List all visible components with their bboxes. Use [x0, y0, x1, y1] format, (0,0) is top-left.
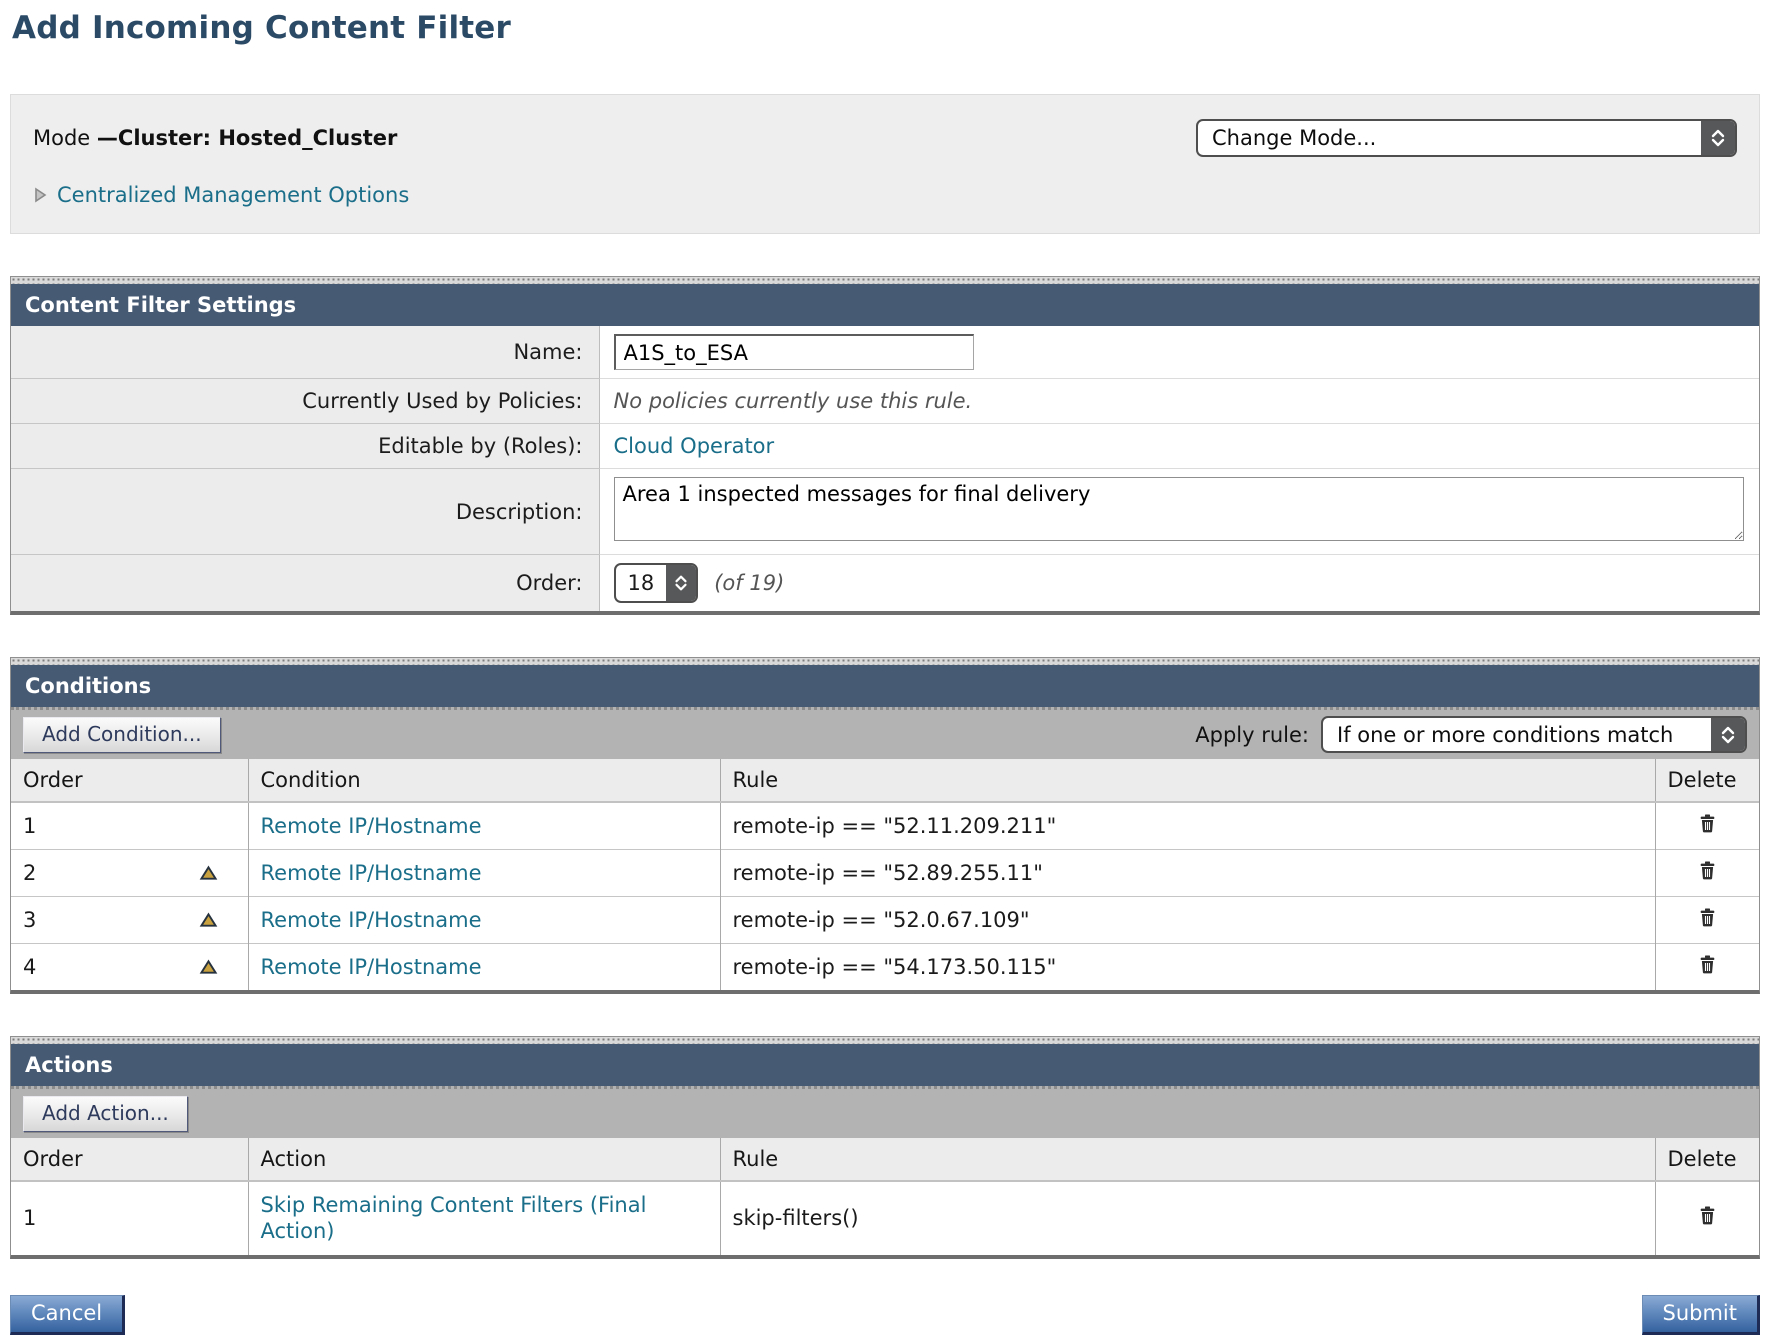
roles-label: Editable by (Roles):: [11, 424, 599, 469]
condition-row: 2 Remote IP/Hostname remote-ip == "52.89…: [11, 850, 1759, 897]
delete-button[interactable]: [1697, 813, 1718, 834]
col-action: Action: [248, 1138, 720, 1181]
description-textarea[interactable]: Area 1 inspected messages for final deli…: [614, 477, 1744, 541]
settings-row-roles: Editable by (Roles): Cloud Operator: [11, 424, 1759, 469]
select-stepper-icon: [1701, 121, 1735, 155]
mode-text: Mode —Cluster: Hosted_Cluster: [33, 126, 397, 150]
col-rule: Rule: [720, 1138, 1655, 1181]
trash-icon: [1697, 813, 1718, 834]
delete-button[interactable]: [1697, 1205, 1718, 1226]
settings-row-order: Order: 18 (of 19): [11, 555, 1759, 612]
move-up-icon: [199, 864, 218, 883]
row-order: 1: [23, 814, 36, 838]
description-label: Description:: [11, 469, 599, 555]
conditions-table-header: Order Condition Rule Delete: [11, 759, 1759, 802]
delete-button[interactable]: [1697, 860, 1718, 881]
row-order: 3: [23, 908, 36, 932]
conditions-toolbar: Add Condition... Apply rule: If one or m…: [11, 707, 1759, 759]
select-stepper-icon: [1711, 718, 1745, 751]
mode-value: —Cluster: Hosted_Cluster: [97, 126, 397, 150]
col-delete: Delete: [1655, 1138, 1759, 1181]
col-rule: Rule: [720, 759, 1655, 802]
name-input[interactable]: [614, 334, 974, 370]
delete-button[interactable]: [1697, 954, 1718, 975]
content-filter-settings-panel: Content Filter Settings Name: Currently …: [10, 276, 1760, 615]
condition-row: 3 Remote IP/Hostname remote-ip == "52.0.…: [11, 897, 1759, 944]
apply-rule-select[interactable]: If one or more conditions match: [1321, 716, 1747, 753]
submit-button[interactable]: Submit: [1642, 1295, 1761, 1335]
footer: Cancel Submit: [10, 1295, 1760, 1335]
condition-link[interactable]: Remote IP/Hostname: [261, 908, 482, 932]
move-up-button[interactable]: [199, 864, 218, 883]
apply-rule-select-value: If one or more conditions match: [1323, 718, 1711, 751]
row-order: 2: [23, 861, 36, 885]
move-up-icon: [199, 958, 218, 977]
rule-text: remote-ip == "54.173.50.115": [720, 944, 1655, 991]
actions-table-header: Order Action Rule Delete: [11, 1138, 1759, 1181]
order-select[interactable]: 18: [614, 563, 699, 603]
add-condition-button[interactable]: Add Condition...: [23, 717, 221, 753]
settings-row-policies: Currently Used by Policies: No policies …: [11, 379, 1759, 424]
disclosure-triangle-icon[interactable]: [33, 186, 47, 204]
change-mode-select-value: Change Mode...: [1198, 121, 1701, 155]
cloud-operator-link[interactable]: Cloud Operator: [614, 434, 775, 458]
action-link[interactable]: Skip Remaining Content Filters (Final Ac…: [261, 1192, 691, 1245]
condition-link[interactable]: Remote IP/Hostname: [261, 861, 482, 885]
order-label: Order:: [11, 555, 599, 612]
move-up-icon: [199, 911, 218, 930]
rule-text: remote-ip == "52.11.209.211": [720, 802, 1655, 850]
actions-header: Actions: [11, 1044, 1759, 1086]
row-order: 1: [23, 1206, 36, 1230]
action-row: 1 Skip Remaining Content Filters (Final …: [11, 1181, 1759, 1255]
settings-row-name: Name:: [11, 326, 1759, 379]
actions-table: Order Action Rule Delete 1 Skip Remainin…: [11, 1138, 1759, 1255]
policies-label: Currently Used by Policies:: [11, 379, 599, 424]
conditions-table: Order Condition Rule Delete 1 Remote IP/…: [11, 759, 1759, 990]
trash-icon: [1697, 907, 1718, 928]
conditions-header: Conditions: [11, 665, 1759, 707]
order-select-value: 18: [616, 565, 667, 601]
order-of-text: (of 19): [714, 571, 784, 595]
change-mode-select[interactable]: Change Mode...: [1196, 119, 1737, 157]
page: Add Incoming Content Filter Mode —Cluste…: [0, 0, 1770, 1335]
rule-text: remote-ip == "52.89.255.11": [720, 850, 1655, 897]
conditions-panel: Conditions Add Condition... Apply rule: …: [10, 657, 1760, 994]
page-title: Add Incoming Content Filter: [12, 10, 1760, 46]
apply-rule-label: Apply rule:: [1195, 723, 1309, 747]
condition-row: 1 Remote IP/Hostname remote-ip == "52.11…: [11, 802, 1759, 850]
centralized-management-options-link[interactable]: Centralized Management Options: [57, 183, 409, 207]
row-order: 4: [23, 955, 36, 979]
col-delete: Delete: [1655, 759, 1759, 802]
mode-panel: Mode —Cluster: Hosted_Cluster Change Mod…: [10, 94, 1760, 234]
move-up-button[interactable]: [199, 958, 218, 977]
condition-row: 4 Remote IP/Hostname remote-ip == "54.17…: [11, 944, 1759, 991]
col-order: Order: [11, 759, 248, 802]
actions-toolbar: Add Action...: [11, 1086, 1759, 1138]
trash-icon: [1697, 954, 1718, 975]
settings-table: Name: Currently Used by Policies: No pol…: [11, 326, 1759, 611]
select-stepper-icon: [666, 565, 696, 601]
dotted-strip: [11, 277, 1759, 284]
settings-row-description: Description: Area 1 inspected messages f…: [11, 469, 1759, 555]
actions-panel: Actions Add Action... Order Action Rule …: [10, 1036, 1760, 1259]
rule-text: remote-ip == "52.0.67.109": [720, 897, 1655, 944]
trash-icon: [1697, 860, 1718, 881]
col-condition: Condition: [248, 759, 720, 802]
delete-button[interactable]: [1697, 907, 1718, 928]
content-filter-settings-header: Content Filter Settings: [11, 284, 1759, 326]
rule-text: skip-filters(): [720, 1181, 1655, 1255]
mode-label: Mode: [33, 126, 97, 150]
dotted-strip: [11, 658, 1759, 665]
add-action-button[interactable]: Add Action...: [23, 1096, 188, 1132]
trash-icon: [1697, 1205, 1718, 1226]
dotted-strip: [11, 1037, 1759, 1044]
name-label: Name:: [11, 326, 599, 379]
col-order: Order: [11, 1138, 248, 1181]
policies-value: No policies currently use this rule.: [614, 389, 973, 413]
cancel-button[interactable]: Cancel: [10, 1295, 125, 1335]
condition-link[interactable]: Remote IP/Hostname: [261, 955, 482, 979]
move-up-button[interactable]: [199, 911, 218, 930]
condition-link[interactable]: Remote IP/Hostname: [261, 814, 482, 838]
